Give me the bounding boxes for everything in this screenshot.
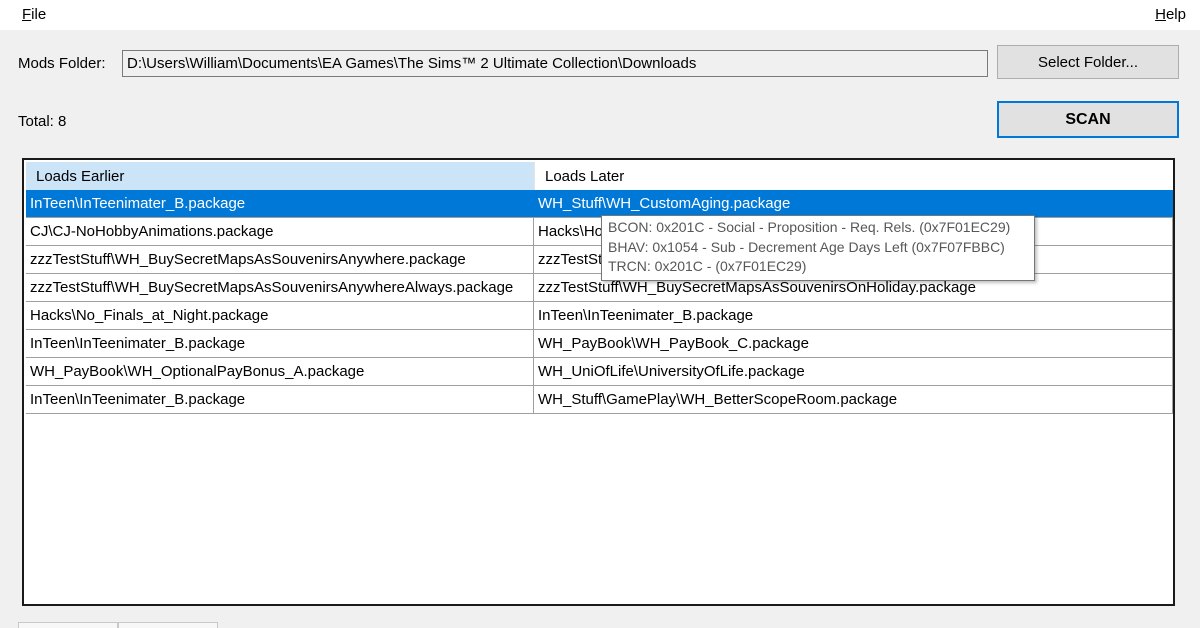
cell-loads-earlier: InTeen\InTeenimater_B.package	[26, 190, 534, 217]
menu-help-accel: H	[1155, 6, 1166, 23]
resource-tooltip: BCON: 0x201C - Social - Proposition - Re…	[601, 215, 1035, 281]
table-row[interactable]: InTeen\InTeenimater_B.package WH_Stuff\WH…	[26, 190, 1173, 218]
cell-loads-earlier: zzzTestStuff\WH_BuySecretMapsAsSouvenirs…	[26, 274, 534, 301]
cell-loads-later: WH_PayBook\WH_PayBook_C.package	[534, 330, 1173, 357]
bottom-tab[interactable]	[18, 622, 118, 628]
cell-loads-earlier: CJ\CJ-NoHobbyAnimations.package	[26, 218, 534, 245]
cell-loads-earlier: Hacks\No_Finals_at_Night.package	[26, 302, 534, 329]
menu-file[interactable]: File	[22, 6, 46, 23]
cell-loads-later: WH_UniOfLife\UniversityOfLife.package	[534, 358, 1173, 385]
menu-help[interactable]: Help	[1155, 6, 1186, 23]
cell-loads-earlier: InTeen\InTeenimater_B.package	[26, 386, 534, 413]
menu-help-rest: elp	[1165, 6, 1186, 23]
mod-conflict-window: File Help Mods Folder: D:\Users\William\…	[0, 0, 1200, 628]
cell-loads-later: WH_Stuff\GamePlay\WH_BetterScopeRoom.pac…	[534, 386, 1173, 413]
menu-file-accel: F	[22, 6, 32, 23]
column-header-loads-earlier[interactable]: Loads Earlier	[26, 162, 534, 190]
bottom-tab[interactable]	[118, 622, 218, 628]
tooltip-line: BCON: 0x201C - Social - Proposition - Re…	[608, 219, 1011, 235]
mods-folder-field[interactable]: D:\Users\William\Documents\EA Games\The …	[122, 50, 988, 77]
table-row[interactable]: WH_PayBook\WH_OptionalPayBonus_A.package…	[26, 358, 1173, 386]
mods-folder-label: Mods Folder:	[18, 55, 106, 72]
table-row[interactable]: Hacks\No_Finals_at_Night.package InTeen\I…	[26, 302, 1173, 330]
cell-loads-earlier: WH_PayBook\WH_OptionalPayBonus_A.package	[26, 358, 534, 385]
bottom-tab-strip	[18, 622, 218, 628]
menu-bar: File Help	[0, 0, 1200, 30]
cell-loads-earlier: zzzTestStuff\WH_BuySecretMapsAsSouvenirs…	[26, 246, 534, 273]
menu-file-rest: ile	[31, 6, 47, 23]
table-row[interactable]: InTeen\InTeenimater_B.package WH_Stuff\Ga…	[26, 386, 1173, 414]
tooltip-line: TRCN: 0x201C - (0x7F01EC29)	[608, 258, 807, 274]
cell-loads-later: WH_Stuff\WH_CustomAging.package	[534, 190, 1173, 217]
scan-button[interactable]: SCAN	[997, 101, 1179, 138]
select-folder-button[interactable]: Select Folder...	[997, 45, 1179, 79]
cell-loads-earlier: InTeen\InTeenimater_B.package	[26, 330, 534, 357]
total-count: Total: 8	[18, 113, 67, 130]
table-row[interactable]: InTeen\InTeenimater_B.package WH_PayBook\…	[26, 330, 1173, 358]
table-header: Loads Earlier Loads Later	[26, 162, 1173, 190]
column-header-loads-later[interactable]: Loads Later	[534, 162, 1173, 190]
tooltip-line: BHAV: 0x1054 - Sub - Decrement Age Days …	[608, 238, 1005, 255]
cell-loads-later: InTeen\InTeenimater_B.package	[534, 302, 1173, 329]
